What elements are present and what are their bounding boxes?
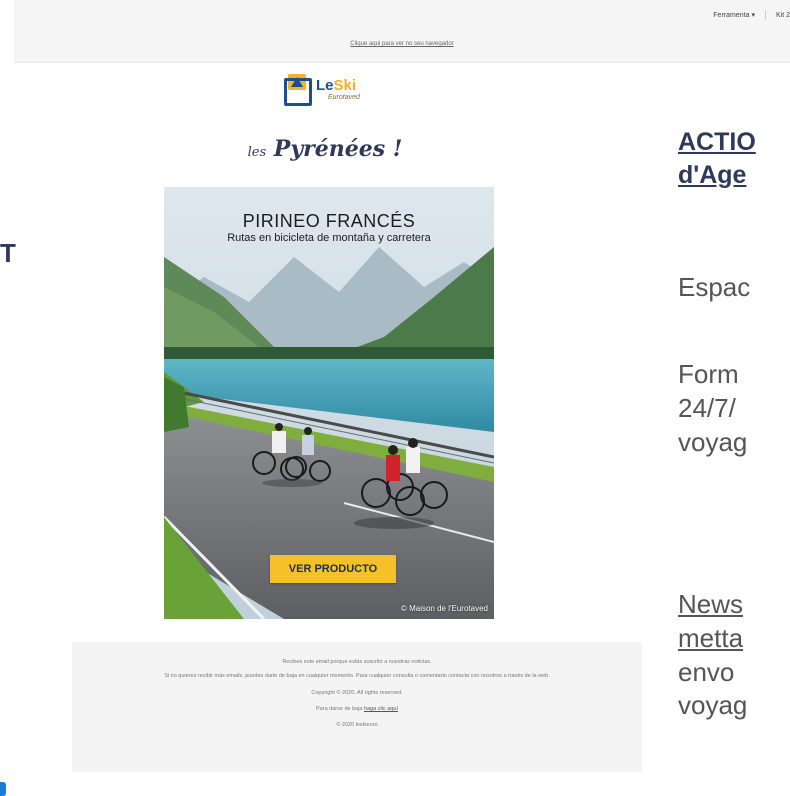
tagline-main: Pyrénées ! bbox=[273, 136, 403, 162]
logo-sub: Eurotaved bbox=[328, 93, 360, 101]
newsletter-paragraph: News metta envo voyag bbox=[678, 588, 747, 723]
section-heading-link[interactable]: ACTIO d'Age bbox=[678, 126, 756, 191]
unsubscribe-link[interactable]: haga clic aquí bbox=[364, 706, 398, 712]
newsletter-link-line-2[interactable]: metta bbox=[678, 622, 747, 656]
newsletter-link-line-1[interactable]: News bbox=[678, 588, 747, 622]
left-edge-icon bbox=[0, 782, 6, 796]
hero-banner[interactable]: PIRINEO FRANCÉS Rutas en bicicleta de mo… bbox=[164, 187, 494, 619]
heading-line-1: ACTIO bbox=[678, 128, 756, 156]
logo-le: Le bbox=[316, 76, 334, 94]
footer-line-1: Recibes este email porque estás suscrito… bbox=[282, 659, 432, 665]
footer-line-3: Copyright © 2020. All rights reserved. bbox=[311, 689, 403, 696]
left-column-fragment: T bbox=[0, 238, 16, 268]
form-line-1: Form bbox=[678, 359, 739, 389]
form-paragraph: Form 24/7/ voyag bbox=[678, 358, 747, 459]
right-column: ACTIO d'Age Espac Form 24/7/ voyag News … bbox=[678, 0, 790, 796]
email-footer: Recibes este email porque estás suscrito… bbox=[72, 642, 642, 772]
view-in-browser-note: Clique aqui para ver no seu navegador bbox=[14, 41, 790, 47]
heading-line-2: d'Age bbox=[678, 160, 747, 189]
tagline-prefix: les bbox=[247, 145, 267, 160]
logo-mark-icon bbox=[282, 74, 312, 106]
form-line-3: voyag bbox=[678, 426, 748, 457]
newsletter-line-4: voyag bbox=[678, 690, 748, 721]
ver-producto-button[interactable]: VER PRODUCTO bbox=[270, 555, 396, 583]
form-line-2: 24/7/ bbox=[678, 392, 736, 423]
hero-title: PIRINEO FRANCÉS bbox=[242, 211, 416, 231]
logo-ski: Ski bbox=[333, 76, 357, 94]
email-top-bar: Ferramenta ▾ Kit 2 Clique aqui para ver … bbox=[14, 0, 790, 63]
espace-text: Espac bbox=[678, 272, 751, 302]
unsubscribe-prefix: Para darse de baja bbox=[316, 705, 363, 712]
hero-subtitle: Rutas en bicicleta de montaña y carreter… bbox=[227, 232, 431, 244]
leski-logo[interactable]: LeSki Eurotaved bbox=[282, 74, 360, 106]
footer-line-2: Si no quieres recibir más emails, puedes… bbox=[164, 673, 550, 680]
footer-copyright: © 2020 leskieuro bbox=[336, 722, 378, 728]
footer-unsubscribe: Para darse de baja haga clic aquí bbox=[72, 705, 642, 713]
photo-credit: © Maison de l'Eurotaved bbox=[400, 604, 488, 613]
logo-wordmark: LeSki Eurotaved bbox=[316, 78, 360, 101]
view-in-browser-link[interactable]: Clique aqui para ver no seu navegador bbox=[350, 41, 453, 47]
newsletter-line-3: envo bbox=[678, 656, 735, 687]
tagline: les Pyrénées ! bbox=[0, 136, 650, 162]
